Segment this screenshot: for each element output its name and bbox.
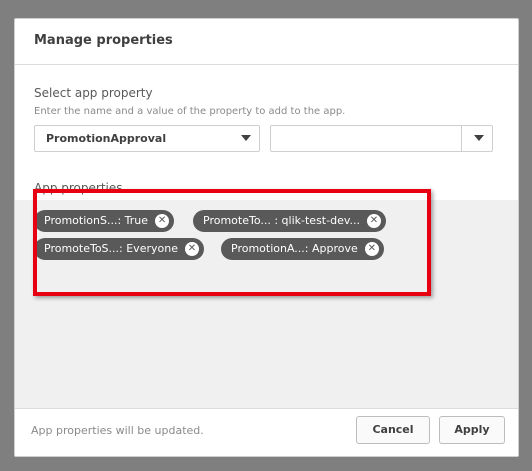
caret-down-icon xyxy=(474,135,484,141)
property-name-dropdown[interactable]: PromotionApproval xyxy=(34,125,260,152)
cancel-button[interactable]: Cancel xyxy=(356,416,430,444)
highlight-box xyxy=(33,189,431,296)
footer-status: App properties will be updated. xyxy=(31,424,204,437)
select-property-label: Select app property xyxy=(34,86,153,100)
apply-button[interactable]: Apply xyxy=(439,416,505,444)
dialog-footer: App properties will be updated. Cancel A… xyxy=(15,408,518,456)
caret-down-icon xyxy=(241,135,251,141)
property-name-value: PromotionApproval xyxy=(46,132,167,145)
dialog-title: Manage properties xyxy=(34,33,173,48)
property-value-dropdown[interactable] xyxy=(270,125,493,152)
select-property-hint: Enter the name and a value of the proper… xyxy=(34,106,346,117)
dropdown-divider xyxy=(461,126,462,151)
dialog-header: Manage properties xyxy=(15,19,518,65)
manage-properties-dialog: Manage properties Select app property En… xyxy=(14,18,519,457)
